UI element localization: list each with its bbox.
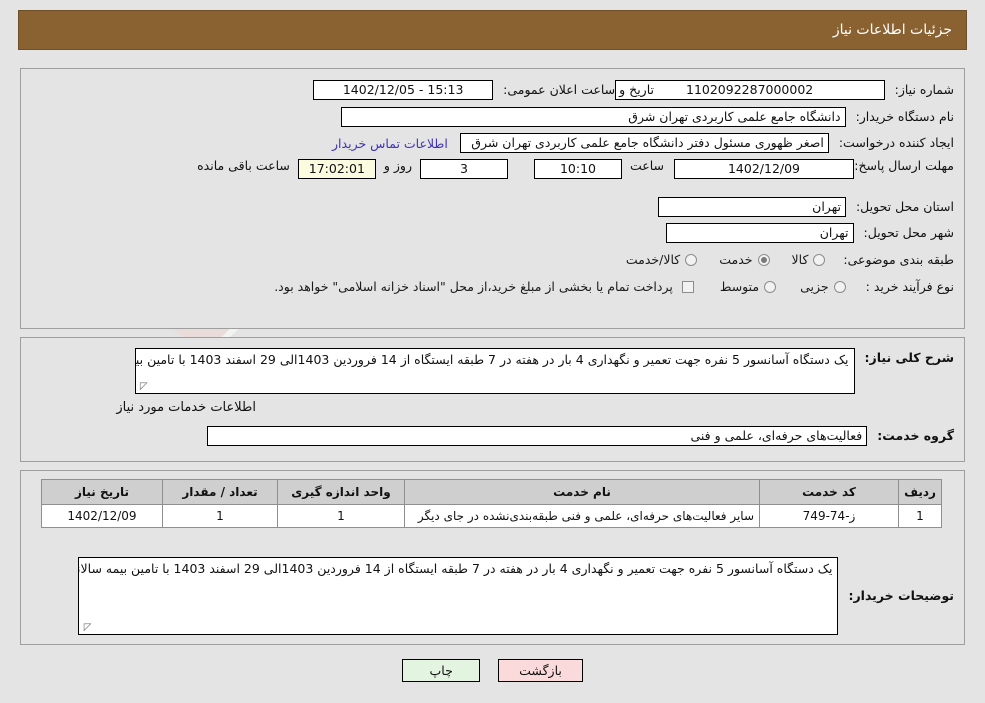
purchase-type-option-motevaset[interactable]: متوسط <box>719 279 777 294</box>
classification-option-kala-khedmat-label: کالا/خدمت <box>625 252 681 267</box>
services-section-heading: اطلاعات خدمات مورد نیاز <box>116 400 256 415</box>
need-info-panel: شماره نیاز: 1102092287000002 تاریخ و ساع… <box>20 68 965 329</box>
general-description-label: شرح کلی نیاز: <box>864 350 954 365</box>
buyer-contact-link[interactable]: اطلاعات تماس خریدار <box>332 136 448 151</box>
services-table-panel: ردیف کد خدمت نام خدمت واحد اندازه گیری ت… <box>20 470 965 645</box>
city-group: شهر محل تحویل: تهران <box>665 223 954 243</box>
print-button[interactable]: چاپ <box>402 659 481 682</box>
table-header-unit: واحد اندازه گیری <box>277 479 405 505</box>
description-panel: شرح کلی نیاز: یک دستگاه آسانسور 5 نفره ج… <box>20 337 965 462</box>
service-group-label: گروه خدمت: <box>877 428 954 443</box>
page-header: جزئیات اطلاعات نیاز <box>18 10 967 50</box>
resize-grip-icon[interactable]: ◸ <box>138 382 148 392</box>
city-label: شهر محل تحویل: <box>863 225 954 240</box>
buyer-notes-group: توضیحات خریدار: یک دستگاه آسانسور 5 نفره… <box>78 557 954 635</box>
purchase-type-group: نوع فرآیند خرید : جزیی متوسط پرداخت تمام… <box>274 279 954 294</box>
resize-grip-icon[interactable]: ◸ <box>81 623 92 633</box>
deadline-label: مهلت ارسال پاسخ: تا تاریخ: <box>809 158 954 173</box>
purchase-type-option-motevaset-label: متوسط <box>719 279 760 294</box>
cell-name: سایر فعالیت‌های حرفه‌ای، علمی و فنی طبقه… <box>404 504 760 528</box>
requester-group: ایجاد کننده درخواست: اصغر ظهوری مسئول دف… <box>332 133 954 153</box>
classification-option-kala[interactable]: کالا <box>792 252 826 267</box>
cell-row-no: 1 <box>898 504 942 528</box>
cell-unit: 1 <box>277 504 405 528</box>
cell-quantity: 1 <box>162 504 278 528</box>
province-label: استان محل تحویل: <box>855 199 954 214</box>
service-group-row: گروه خدمت: فعالیت‌های حرفه‌ای، علمی و فن… <box>207 426 954 446</box>
table-header-code: کد خدمت <box>759 479 899 505</box>
days-label: روز و <box>383 158 412 173</box>
table-header-row: ردیف کد خدمت نام خدمت واحد اندازه گیری ت… <box>41 479 942 505</box>
cell-code: ز-74-749 <box>759 504 899 528</box>
deadline-hour-value: 10:10 <box>533 159 622 179</box>
classification-option-khedmat-label: خدمت <box>719 252 753 267</box>
treasury-bond-checkbox-group[interactable]: پرداخت تمام یا بخشی از مبلغ خرید،از محل … <box>274 279 694 294</box>
public-announce-label: تاریخ و ساعت اعلان عمومی: <box>503 82 654 97</box>
classification-option-khedmat[interactable]: خدمت <box>719 252 770 267</box>
need-number-group: شماره نیاز: 1102092287000002 <box>614 80 954 100</box>
deadline-date-value: 1402/12/09 <box>674 159 854 179</box>
back-button[interactable]: بازگشت <box>498 659 583 682</box>
buyer-org-value: دانشگاه جامع علمی کاربردی تهران شرق <box>340 107 846 127</box>
table-row: 1 ز-74-749 سایر فعالیت‌های حرفه‌ای، علمی… <box>41 504 942 528</box>
table-header-name: نام خدمت <box>404 479 760 505</box>
classification-group: طبقه بندی موضوعی: کالا خدمت کالا/خدمت <box>626 252 954 267</box>
buyer-org-group: نام دستگاه خریدار: دانشگاه جامع علمی کار… <box>340 107 954 127</box>
buyer-notes-text: یک دستگاه آسانسور 5 نفره جهت تعمیر و نگه… <box>79 561 833 576</box>
purchase-type-option-jozei-label: جزیی <box>800 279 829 294</box>
need-number-value: 1102092287000002 <box>614 80 885 100</box>
service-group-value: فعالیت‌های حرفه‌ای، علمی و فنی <box>207 426 868 446</box>
requester-value: اصغر ظهوری مسئول دفتر دانشگاه جامع علمی … <box>459 133 829 153</box>
radio-icon[interactable] <box>833 280 846 293</box>
hour-label: ساعت <box>629 158 664 173</box>
province-value: تهران <box>657 197 846 217</box>
remaining-time-value: 17:02:01 <box>297 159 376 179</box>
checkbox-icon[interactable] <box>681 280 694 293</box>
radio-icon[interactable] <box>764 280 777 293</box>
deadline-group: مهلت ارسال پاسخ: تا تاریخ: 1402/12/09 سا… <box>197 159 954 179</box>
table-header-need-date: تاریخ نیاز <box>41 479 163 505</box>
footer-buttons: بازگشت چاپ <box>0 659 985 682</box>
radio-icon[interactable] <box>757 253 770 266</box>
classification-option-kala-khedmat[interactable]: کالا/خدمت <box>625 252 698 267</box>
table-header-quantity: تعداد / مقدار <box>162 479 278 505</box>
requester-label: ایجاد کننده درخواست: <box>838 135 954 150</box>
province-group: استان محل تحویل: تهران <box>657 197 954 217</box>
buyer-notes-value[interactable]: یک دستگاه آسانسور 5 نفره جهت تعمیر و نگه… <box>78 557 839 635</box>
city-value: تهران <box>665 223 854 243</box>
services-table: ردیف کد خدمت نام خدمت واحد اندازه گیری ت… <box>41 479 942 528</box>
general-description-group: شرح کلی نیاز: یک دستگاه آسانسور 5 نفره ج… <box>134 348 954 394</box>
purchase-type-label: نوع فرآیند خرید : <box>865 278 954 294</box>
purchase-type-option-jozei[interactable]: جزیی <box>800 279 846 294</box>
radio-icon[interactable] <box>685 253 698 266</box>
cell-need-date: 1402/12/09 <box>41 504 163 528</box>
buyer-notes-label: توضیحات خریدار: <box>848 588 954 603</box>
general-description-text: یک دستگاه آسانسور 5 نفره جهت تعمیر و نگه… <box>135 352 849 367</box>
public-announce-value: 15:13 - 1402/12/05 <box>313 80 494 100</box>
table-header-row-no: ردیف <box>898 479 942 505</box>
buyer-org-label: نام دستگاه خریدار: <box>855 109 954 124</box>
radio-icon[interactable] <box>813 253 826 266</box>
classification-label: طبقه بندی موضوعی: <box>843 251 954 267</box>
need-number-label: شماره نیاز: <box>894 82 954 97</box>
remaining-days-value: 3 <box>419 159 508 179</box>
public-announce-group: تاریخ و ساعت اعلان عمومی: 15:13 - 1402/1… <box>313 80 654 100</box>
page-title: جزئیات اطلاعات نیاز <box>832 22 952 38</box>
classification-option-kala-label: کالا <box>791 252 809 267</box>
treasury-bond-note: پرداخت تمام یا بخشی از مبلغ خرید،از محل … <box>274 279 673 294</box>
remaining-time-label: ساعت باقی مانده <box>197 158 290 173</box>
general-description-value[interactable]: یک دستگاه آسانسور 5 نفره جهت تعمیر و نگه… <box>134 348 855 394</box>
